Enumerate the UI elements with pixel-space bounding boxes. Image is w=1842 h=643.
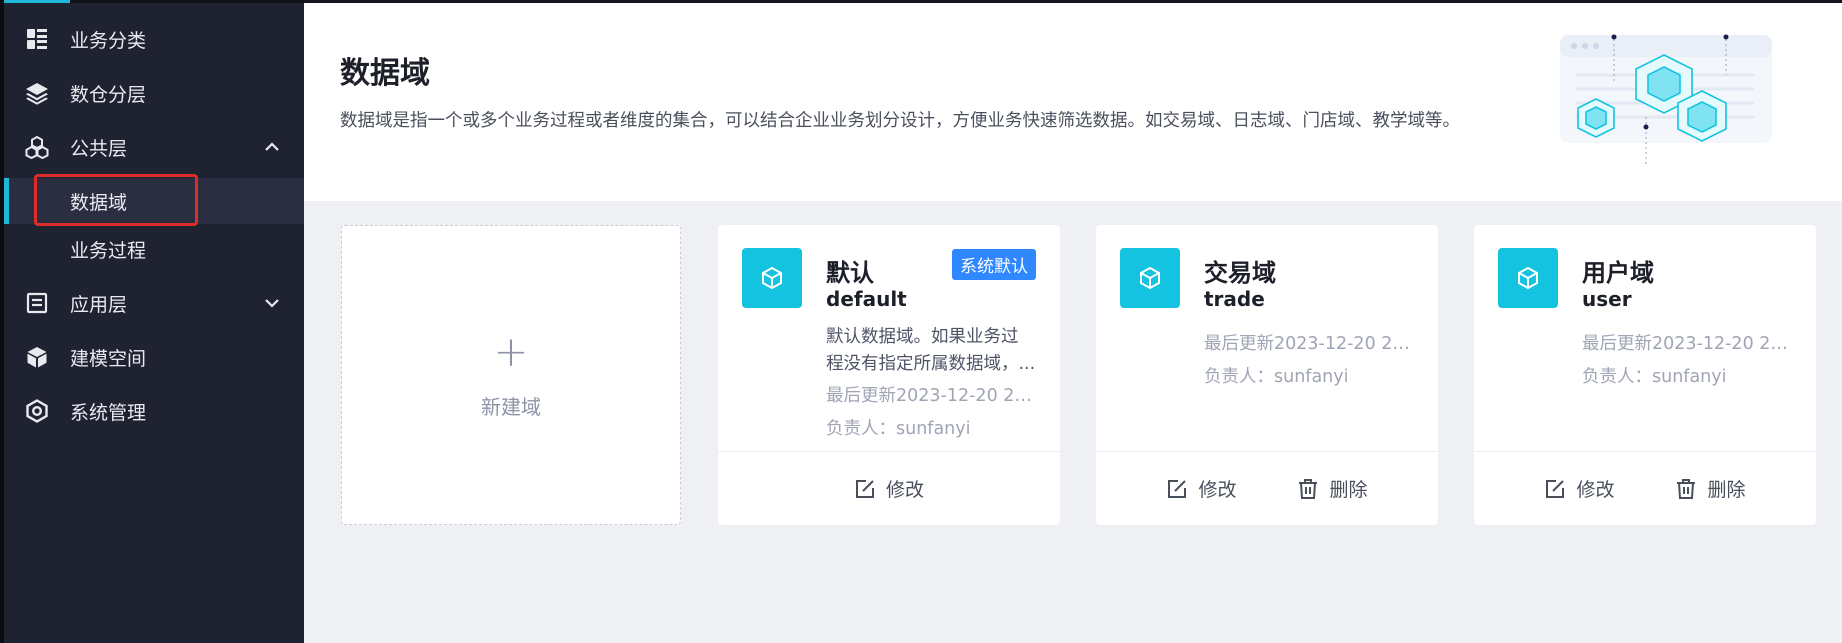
last-updated: 最后更新2023-12-20 23:...: [826, 386, 1038, 406]
edit-icon: [1546, 479, 1565, 498]
last-updated: 最后更新2023-12-20 23:...: [1582, 334, 1794, 354]
domain-name: 默认: [826, 259, 874, 287]
domain-description-line1: 默认数据域。如果业务过: [826, 327, 1019, 347]
sidebar-item-system-management[interactable]: 系统管理: [4, 388, 304, 434]
edit-button[interactable]: 修改: [1166, 475, 1237, 502]
trash-icon: [1299, 478, 1318, 499]
sidebar-subitem-business-process[interactable]: 业务过程: [4, 226, 304, 272]
book-icon: [24, 290, 50, 316]
sidebar-subitem-label: 业务过程: [70, 239, 147, 262]
domain-code: trade: [1204, 287, 1265, 311]
domain-name: 用户域: [1582, 259, 1654, 287]
grid-list-icon: [24, 26, 50, 52]
system-default-badge: 系统默认: [952, 249, 1036, 280]
sidebar-item-warehouse-layers[interactable]: 数仓分层: [4, 70, 304, 116]
cube-icon: [1120, 248, 1180, 308]
cube-icon: [742, 248, 802, 308]
new-domain-card[interactable]: + 新建域: [341, 225, 681, 525]
chevron-up-icon[interactable]: [262, 137, 282, 157]
sidebar-item-application-layer[interactable]: 应用层: [4, 280, 304, 326]
sidebar-item-modeling-space[interactable]: 建模空间: [4, 334, 304, 380]
cube-icon: [1498, 248, 1558, 308]
sidebar-top-border: [4, 0, 308, 3]
delete-label: 删除: [1707, 479, 1746, 501]
domain-card-user[interactable]: 用户域 user 最后更新2023-12-20 23:... 负责人：sunfa…: [1474, 225, 1816, 525]
sidebar-item-label: 应用层: [70, 293, 128, 316]
chevron-down-icon[interactable]: [262, 293, 282, 313]
domain-code: default: [826, 287, 907, 311]
delete-label: 删除: [1329, 479, 1368, 501]
domain-card-trade[interactable]: 交易域 trade 最后更新2023-12-20 23:... 负责人：sunf…: [1096, 225, 1438, 525]
sidebar-item-label: 数仓分层: [70, 83, 147, 106]
owner: 负责人：sunfanyi: [1582, 367, 1727, 387]
domain-code: user: [1582, 287, 1632, 311]
sidebar: 业务分类 数仓分层 公共层 数据域 业务过程 应用层 建模空间 系统管理: [0, 0, 308, 643]
sidebar-item-public-layer[interactable]: 公共层: [4, 124, 304, 170]
domain-description-line2: 程没有指定所属数据域，...: [826, 354, 1036, 374]
trash-icon: [1677, 478, 1696, 499]
plus-icon: +: [493, 326, 529, 376]
header-illustration: [1554, 27, 1804, 177]
page-header: 数据域 数据域是指一个或多个业务过程或者维度的集合，可以结合企业业务划分设计，方…: [304, 3, 1842, 201]
new-domain-label: 新建域: [481, 394, 541, 419]
edit-icon: [855, 479, 874, 498]
sidebar-item-label: 建模空间: [70, 347, 147, 370]
page-description: 数据域是指一个或多个业务过程或者维度的集合，可以结合企业业务划分设计，方便业务快…: [340, 111, 1460, 131]
edit-icon: [1168, 479, 1187, 498]
card-actions: 修改: [718, 452, 1060, 525]
sidebar-item-business-category[interactable]: 业务分类: [4, 16, 304, 62]
cube-icon: [24, 344, 50, 370]
owner: 负责人：sunfanyi: [1204, 367, 1349, 387]
edit-label: 修改: [1576, 479, 1615, 501]
page-title: 数据域: [340, 56, 430, 91]
sidebar-subitem-label: 数据域: [70, 191, 128, 214]
layers-icon: [24, 80, 50, 106]
cubes-icon: [24, 134, 50, 160]
owner: 负责人：sunfanyi: [826, 419, 971, 439]
edit-button[interactable]: 修改: [854, 475, 924, 502]
domain-card-default[interactable]: 默认 系统默认 default 默认数据域。如果业务过 程没有指定所属数据域，.…: [718, 225, 1060, 525]
domain-name: 交易域: [1204, 259, 1276, 287]
last-updated: 最后更新2023-12-20 23:...: [1204, 334, 1416, 354]
edit-button[interactable]: 修改: [1544, 475, 1615, 502]
hexagon-gear-icon: [24, 398, 50, 424]
edit-label: 修改: [1198, 479, 1237, 501]
sidebar-item-label: 公共层: [70, 137, 128, 160]
card-actions: 修改 删除: [1096, 452, 1438, 525]
sidebar-subitem-data-domain[interactable]: 数据域: [4, 178, 304, 224]
sidebar-item-label: 系统管理: [70, 401, 147, 424]
sidebar-item-label: 业务分类: [70, 29, 147, 52]
edit-label: 修改: [885, 479, 924, 501]
delete-button[interactable]: 删除: [1297, 475, 1368, 502]
delete-button[interactable]: 删除: [1675, 475, 1746, 502]
card-actions: 修改 删除: [1474, 452, 1816, 525]
